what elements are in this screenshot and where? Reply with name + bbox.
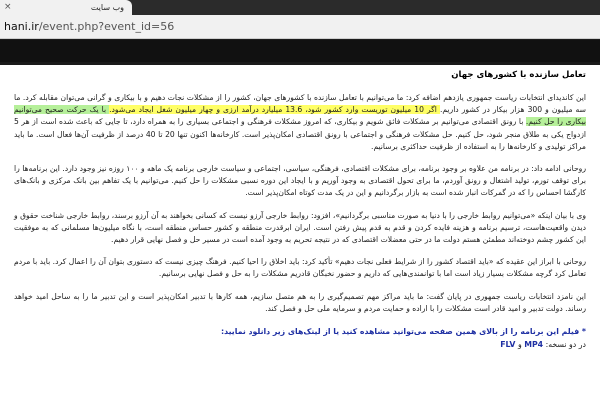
browser-tab[interactable]: × وب سایت <box>0 0 132 15</box>
url-path: /event.php?event_id=56 <box>38 20 175 33</box>
video-download-block: * فیلم این برنامه را از بالای همین صفحه … <box>14 325 586 351</box>
article-body: تعامل سازنده با کشورهای جهان این کاندیدا… <box>13 69 587 351</box>
flv-link[interactable]: FLV <box>500 340 515 349</box>
article-paragraph-1: این کاندیدای انتخابات ریاست جمهوری یازده… <box>14 92 587 153</box>
url-field[interactable]: hani.ir/event.php?event_id=56 <box>4 20 174 33</box>
formats-and: و <box>517 340 522 350</box>
para1-after: با رونق اقتصادی می‌توانیم بر مشکلات فائق… <box>14 117 586 151</box>
article-paragraph-3: وی با بیان اینکه «می‌توانیم روابط خارجی … <box>13 210 586 245</box>
article-title: تعامل سازنده با کشورهای جهان <box>451 70 586 80</box>
close-icon[interactable]: × <box>4 2 12 13</box>
formats-prefix: در دو نسخه: <box>545 340 586 350</box>
address-bar[interactable]: hani.ir/event.php?event_id=56 <box>0 15 600 39</box>
mp4-link[interactable]: MP4 <box>524 340 543 349</box>
url-host: hani.ir <box>4 20 39 33</box>
video-heading: * فیلم این برنامه را از بالای همین صفحه … <box>220 327 586 337</box>
article-paragraph-4: روحانی با ابراز این عقیده که «باید اقتصا… <box>14 257 586 279</box>
highlighted-text: اگر 10 میلیون توریست وارد کشور شود، 13.6… <box>109 105 440 115</box>
article-paragraph-5: این نامزد انتخابات ریاست جمهوری در پایان… <box>14 291 586 313</box>
article-panel: تعامل سازنده با کشورهای جهان این کاندیدا… <box>0 65 600 418</box>
tab-title: وب سایت <box>90 3 124 12</box>
site-header-band <box>0 40 600 62</box>
tab-strip: × وب سایت <box>0 0 600 15</box>
video-formats: در دو نسخه: MP4 و FLV <box>14 338 586 351</box>
article-paragraph-2: روحانی ادامه داد: در برنامه من علاوه بر … <box>14 164 587 198</box>
